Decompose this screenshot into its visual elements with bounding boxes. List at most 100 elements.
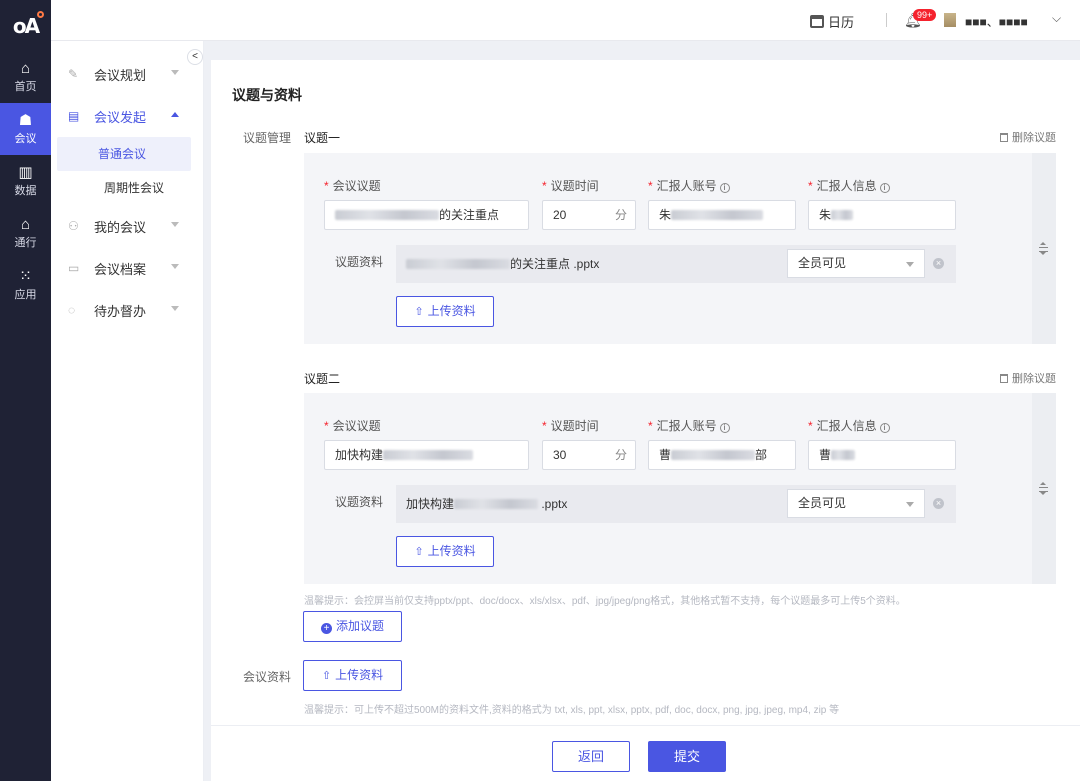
user-name[interactable]: ■■■、■■■■ <box>965 13 1028 30</box>
submit-button[interactable]: 提交 <box>648 741 726 772</box>
upload-meeting-material-button[interactable]: ⇧ 上传资料 <box>303 660 402 691</box>
time-input[interactable]: 20 分 <box>542 200 636 230</box>
meeting-material-label: 会议资料 <box>243 670 292 684</box>
info-icon: i <box>879 423 890 433</box>
chevron-down-icon[interactable]: ⌵ <box>1052 11 1061 26</box>
drag-handle[interactable] <box>1032 153 1056 344</box>
material-file-name: 加快构建 .pptx <box>406 497 568 511</box>
visibility-select[interactable]: 全员可见 <box>787 489 925 518</box>
sidebar-item-todo[interactable]: ◌ 待办督办 <box>51 289 203 331</box>
visibility-select[interactable]: 全员可见 <box>787 249 925 278</box>
sidebar-item-label: 我的会议 <box>94 219 147 235</box>
topic-title: 议题一 <box>304 131 341 145</box>
topic-title: 议题二 <box>304 372 341 386</box>
edit-icon: ✎ <box>68 67 79 81</box>
rail-item-home[interactable]: ⌂ 首页 <box>0 51 51 103</box>
people-icon: ⚇ <box>68 219 79 233</box>
rail-item-meeting[interactable]: ☗ 会议 <box>0 103 51 155</box>
access-icon: ⌂ <box>20 215 31 233</box>
material-file-name: 的关注重点 .pptx <box>406 245 599 283</box>
rail-item-label: 通行 <box>14 236 37 249</box>
drag-grip-icon <box>1039 481 1048 495</box>
remove-file-icon[interactable]: × <box>933 258 944 269</box>
sidebar-item-label: 会议档案 <box>94 261 147 277</box>
field-label-topic: * 会议议题 <box>324 419 381 433</box>
material-file-row: 加快构建 .pptx 全员可见 × <box>396 485 956 523</box>
calendar-icon <box>810 15 824 28</box>
divider <box>886 13 887 27</box>
topic-input[interactable]: 的关注重点 <box>324 200 529 230</box>
upload-icon: ⇧ <box>414 546 424 558</box>
upload-icon: ⇧ <box>414 306 424 318</box>
sidebar-subitem-regular[interactable]: 普通会议 <box>57 137 191 171</box>
rail-item-label: 数据 <box>14 184 37 197</box>
upload-icon: ⇧ <box>321 670 332 682</box>
chevron-down-icon <box>906 502 914 507</box>
sidebar-subitem-periodic[interactable]: 周期性会议 <box>57 171 191 205</box>
drag-handle[interactable] <box>1032 393 1056 584</box>
todo-icon: ◌ <box>68 303 76 317</box>
topic-input[interactable]: 加快构建 <box>324 440 529 470</box>
main-panel: 议题与资料 议题管理 议题一 删除议题 * 会议议题 * 议题时间 * 汇报人账号 i … <box>211 60 1080 725</box>
topic-card: * 会议议题 * 议题时间 * 汇报人账号 i * 汇报人信息 i 的关注重点 20 分 朱 … <box>304 153 1056 344</box>
calendar-button[interactable]: 日历 <box>810 12 854 31</box>
form-icon: ▤ <box>68 109 80 123</box>
drag-grip-icon <box>1039 241 1048 255</box>
rail-item-data[interactable]: ▥ 数据 <box>0 155 51 207</box>
rail-item-label: 会议 <box>14 132 37 145</box>
field-label-account: * 汇报人账号 i <box>648 417 730 434</box>
chevron-up-icon <box>171 112 179 117</box>
sidebar-item-label: 会议规划 <box>94 67 147 83</box>
sidebar: ✎ 会议规划 ▤ 会议发起 普通会议 周期性会议 ⚇ 我的会议 ▭ 会议档案 ◌… <box>51 41 204 781</box>
field-label-account: * 汇报人账号 i <box>648 177 730 194</box>
field-label-time: * 议题时间 <box>542 419 599 433</box>
apps-grid-icon: ⁙ <box>19 267 32 285</box>
material-format-hint: 温馨提示：可上传不超过500M的资料文件,资料的格式为 txt, xls, pp… <box>304 705 840 716</box>
sidebar-item-archive[interactable]: ▭ 会议档案 <box>51 247 203 289</box>
add-topic-button[interactable]: + 添加议题 <box>303 611 402 642</box>
info-input[interactable]: 朱 <box>808 200 956 230</box>
logo-icon: oA <box>13 10 45 38</box>
info-icon: i <box>879 183 890 193</box>
app-logo[interactable]: oA <box>0 0 51 51</box>
info-input[interactable]: 曹 <box>808 440 956 470</box>
rail-item-access[interactable]: ⌂ 通行 <box>0 207 51 259</box>
chevron-down-icon <box>171 70 179 75</box>
delete-topic-label: 删除议题 <box>1012 373 1056 385</box>
account-input[interactable]: 朱 <box>648 200 796 230</box>
field-label-time: * 议题时间 <box>542 179 599 193</box>
plus-circle-icon: + <box>320 623 332 634</box>
footer-bar: 返回 提交 <box>211 725 1080 781</box>
sidebar-item-label: 待办督办 <box>94 303 147 319</box>
material-label: 议题资料 <box>335 255 384 269</box>
rail-item-label: 应用 <box>14 288 37 301</box>
collapse-sidebar-button[interactable]: < <box>187 49 203 65</box>
chevron-down-icon <box>171 264 179 269</box>
sidebar-item-planning[interactable]: ✎ 会议规划 <box>51 53 203 95</box>
field-label-topic: * 会议议题 <box>324 179 381 193</box>
upload-topic-material-button[interactable]: ⇧ 上传资料 <box>396 536 494 567</box>
calendar-label: 日历 <box>828 15 855 30</box>
trash-icon <box>1000 133 1008 142</box>
topic-mgmt-label: 议题管理 <box>243 131 292 145</box>
sidebar-item-my-meetings[interactable]: ⚇ 我的会议 <box>51 205 203 247</box>
delete-topic-button[interactable]: 删除议题 <box>1000 370 1056 386</box>
trash-icon <box>1000 374 1008 383</box>
rail-item-apps[interactable]: ⁙ 应用 <box>0 259 51 311</box>
field-label-info: * 汇报人信息 i <box>808 177 890 194</box>
remove-file-icon[interactable]: × <box>933 498 944 509</box>
topic-format-hint: 温馨提示：会控屏当前仅支持pptx/ppt、doc/docx、xls/xlsx、… <box>304 596 906 607</box>
meeting-icon: ☗ <box>18 111 33 129</box>
account-input[interactable]: 曹部 <box>648 440 796 470</box>
time-input[interactable]: 30 分 <box>542 440 636 470</box>
avatar[interactable] <box>944 13 956 27</box>
home-icon: ⌂ <box>20 59 31 77</box>
upload-topic-material-button[interactable]: ⇧ 上传资料 <box>396 296 494 327</box>
delete-topic-label: 删除议题 <box>1012 132 1056 144</box>
topic-card: * 会议议题 * 议题时间 * 汇报人账号 i * 汇报人信息 i 加快构建 30 分 曹部 … <box>304 393 1056 584</box>
delete-topic-button[interactable]: 删除议题 <box>1000 129 1056 145</box>
rail-item-label: 首页 <box>14 80 37 93</box>
sidebar-item-initiate[interactable]: ▤ 会议发起 <box>51 95 203 137</box>
back-button[interactable]: 返回 <box>552 741 630 772</box>
material-label: 议题资料 <box>335 495 384 509</box>
